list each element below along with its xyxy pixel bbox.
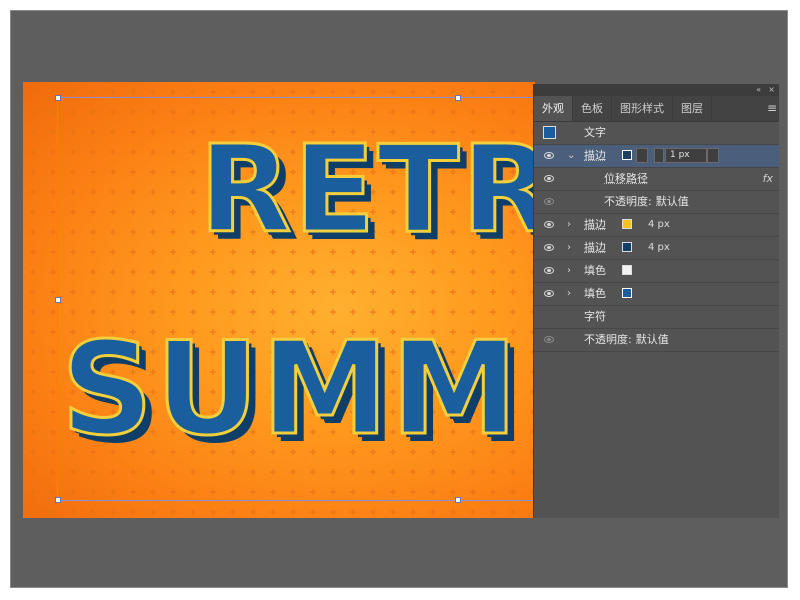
chevron-down-icon[interactable]: ⌄ xyxy=(567,145,575,167)
row-fill-blue[interactable]: › 填色 xyxy=(534,283,779,306)
row-stroke-yellow[interactable]: › 描边 4 px xyxy=(534,214,779,237)
collapse-icon[interactable]: « xyxy=(756,84,761,96)
fill-label[interactable]: 填色 xyxy=(584,283,606,305)
text-thumbnail-icon xyxy=(543,126,556,139)
chevron-right-icon[interactable]: › xyxy=(567,283,571,305)
opacity-colon: : xyxy=(628,333,632,346)
visibility-eye-icon[interactable] xyxy=(544,267,554,274)
offset-path-label[interactable]: 位移路径 xyxy=(604,168,648,190)
stroke-weight-value: 4 px xyxy=(648,219,670,230)
row-offset-path[interactable]: 位移路径 fx xyxy=(534,168,779,191)
swatch-dropdown-icon[interactable] xyxy=(636,148,648,163)
weight-dropdown-icon[interactable] xyxy=(707,148,719,163)
opacity-value: 默认值 xyxy=(655,195,689,208)
chevron-right-icon[interactable]: › xyxy=(567,260,571,282)
visibility-eye-icon[interactable] xyxy=(544,290,554,297)
opacity-value: 默认值 xyxy=(635,333,669,346)
fill-swatch[interactable] xyxy=(622,288,632,298)
visibility-eye-icon[interactable] xyxy=(544,175,554,182)
retro-text[interactable]: RETR xyxy=(198,124,535,257)
characters-label: 字符 xyxy=(584,310,606,323)
row-stroke-1px[interactable]: ⌄ 描边 1 px xyxy=(534,145,779,168)
tab-swatches[interactable]: 色板 xyxy=(573,96,612,121)
artboard[interactable]: RETR SUMM xyxy=(23,82,535,518)
opacity-label[interactable]: 不透明度 xyxy=(604,195,648,208)
row-opacity-stroke[interactable]: 不透明度: 默认值 xyxy=(534,191,779,214)
stroke-swatch[interactable] xyxy=(622,242,632,252)
text-header-label: 文字 xyxy=(584,126,606,139)
fx-icon[interactable]: fx xyxy=(763,168,773,190)
opacity-colon: : xyxy=(648,195,652,208)
stroke-weight-input[interactable]: 1 px xyxy=(665,148,707,163)
fill-swatch[interactable] xyxy=(622,265,632,275)
row-characters[interactable]: 字符 xyxy=(534,306,779,329)
chevron-right-icon[interactable]: › xyxy=(567,214,571,236)
stroke-weight-value: 4 px xyxy=(648,242,670,253)
stepper-icon[interactable] xyxy=(654,148,664,163)
fill-label[interactable]: 填色 xyxy=(584,260,606,282)
row-text-header[interactable]: 文字 xyxy=(534,122,779,145)
row-stroke-navy[interactable]: › 描边 4 px xyxy=(534,237,779,260)
visibility-eye-icon[interactable] xyxy=(544,336,554,343)
tab-appearance[interactable]: 外观 xyxy=(534,96,573,121)
panel-menu-icon[interactable]: ≡ xyxy=(767,96,777,121)
row-fill-white[interactable]: › 填色 xyxy=(534,260,779,283)
stroke-label[interactable]: 描边 xyxy=(584,214,606,236)
opacity-label[interactable]: 不透明度 xyxy=(584,333,628,346)
chevron-right-icon[interactable]: › xyxy=(567,237,571,259)
appearance-panel: « × 外观 色板 图形样式 图层 ≡ 文字 ⌄ 描边 1 px 位移路径 fx… xyxy=(533,84,779,518)
visibility-eye-icon[interactable] xyxy=(544,244,554,251)
stroke-swatch[interactable] xyxy=(622,219,632,229)
panel-titlebar: « × xyxy=(534,84,779,96)
stroke-label[interactable]: 描边 xyxy=(584,237,606,259)
tab-layers[interactable]: 图层 xyxy=(673,96,712,121)
stroke-label[interactable]: 描边 xyxy=(584,145,606,167)
tab-graphic-styles[interactable]: 图形样式 xyxy=(612,96,673,121)
close-icon[interactable]: × xyxy=(768,84,775,96)
opacity-row-text: 不透明度: 默认值 xyxy=(604,191,689,213)
visibility-eye-icon[interactable] xyxy=(544,198,554,205)
opacity-row-text: 不透明度: 默认值 xyxy=(584,329,669,351)
visibility-eye-icon[interactable] xyxy=(544,152,554,159)
panel-tabs: 外观 色板 图形样式 图层 ≡ xyxy=(534,96,779,122)
row-opacity-object[interactable]: 不透明度: 默认值 xyxy=(534,329,779,352)
summer-text[interactable]: SUMM xyxy=(60,320,520,459)
stroke-swatch[interactable] xyxy=(622,150,632,160)
visibility-eye-icon[interactable] xyxy=(544,221,554,228)
